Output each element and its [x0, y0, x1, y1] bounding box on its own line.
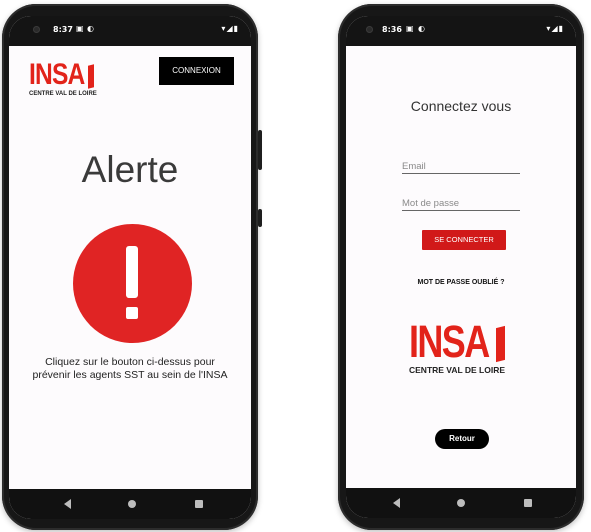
power-button — [258, 130, 262, 170]
phone-frame-right: 8:36 ▣ ◐ ▾◢▮ Connectez vous SE CONNECTER… — [338, 4, 584, 530]
exclamation-icon — [126, 246, 138, 298]
home-icon[interactable] — [128, 500, 136, 508]
back-button[interactable]: Retour — [435, 429, 489, 449]
alert-screen: 8:37 ▣ ◐ ▾◢▮ INSA CENTRE VAL DE LOIRE CO… — [9, 16, 251, 519]
status-bar: 8:37 ▣ ◐ ▾◢▮ — [9, 16, 251, 46]
back-icon[interactable] — [64, 499, 71, 509]
logo-word: INSA — [409, 316, 490, 367]
home-icon[interactable] — [457, 499, 465, 507]
login-button[interactable]: SE CONNECTER — [422, 230, 506, 250]
notification-icon: ▣ — [406, 24, 414, 33]
login-screen: 8:36 ▣ ◐ ▾◢▮ Connectez vous SE CONNECTER… — [346, 16, 576, 518]
status-bar: 8:36 ▣ ◐ ▾◢▮ — [346, 16, 576, 46]
alert-title: Alerte — [81, 149, 179, 190]
login-title: Connectez vous — [410, 98, 512, 114]
logo-bar — [496, 325, 505, 363]
exclamation-dot — [126, 307, 138, 319]
alert-description: Cliquez sur le bouton ci-dessus pour pré… — [32, 356, 228, 381]
recents-icon[interactable] — [195, 500, 203, 508]
data-saver-icon: ◐ — [418, 24, 425, 33]
back-icon[interactable] — [393, 498, 400, 508]
system-icons: ▾◢▮ — [221, 24, 239, 33]
insa-logo: INSA CENTRE VAL DE LOIRE — [29, 58, 97, 98]
battery-icon: ▮ — [558, 24, 564, 33]
signal-icon: ◢ — [551, 24, 559, 33]
logo-subtitle: CENTRE VAL DE LOIRE — [29, 91, 97, 97]
notification-icon: ▣ — [76, 24, 84, 33]
signal-icon: ◢ — [226, 24, 234, 33]
status-time: 8:36 — [382, 25, 402, 34]
front-camera — [366, 26, 373, 33]
nav-bar — [9, 489, 251, 519]
recents-icon[interactable] — [524, 499, 532, 507]
connexion-button[interactable]: CONNEXION — [159, 57, 234, 85]
volume-button — [258, 209, 262, 227]
status-time: 8:37 — [53, 25, 73, 34]
front-camera — [33, 26, 40, 33]
nav-bar — [346, 488, 576, 518]
phone-frame-left: 8:37 ▣ ◐ ▾◢▮ INSA CENTRE VAL DE LOIRE CO… — [2, 4, 262, 530]
alert-button[interactable] — [73, 224, 192, 343]
data-saver-icon: ◐ — [87, 24, 94, 33]
logo-bar — [88, 64, 94, 89]
forgot-password-link[interactable]: MOT DE PASSE OUBLIÉ ? — [346, 279, 576, 286]
email-field[interactable] — [402, 159, 520, 174]
battery-icon: ▮ — [233, 24, 239, 33]
system-icons: ▾◢▮ — [546, 24, 564, 33]
logo-word: INSA — [29, 58, 85, 91]
password-field[interactable] — [402, 196, 520, 211]
insa-logo: INSA CENTRE VAL DE LOIRE — [409, 319, 505, 375]
